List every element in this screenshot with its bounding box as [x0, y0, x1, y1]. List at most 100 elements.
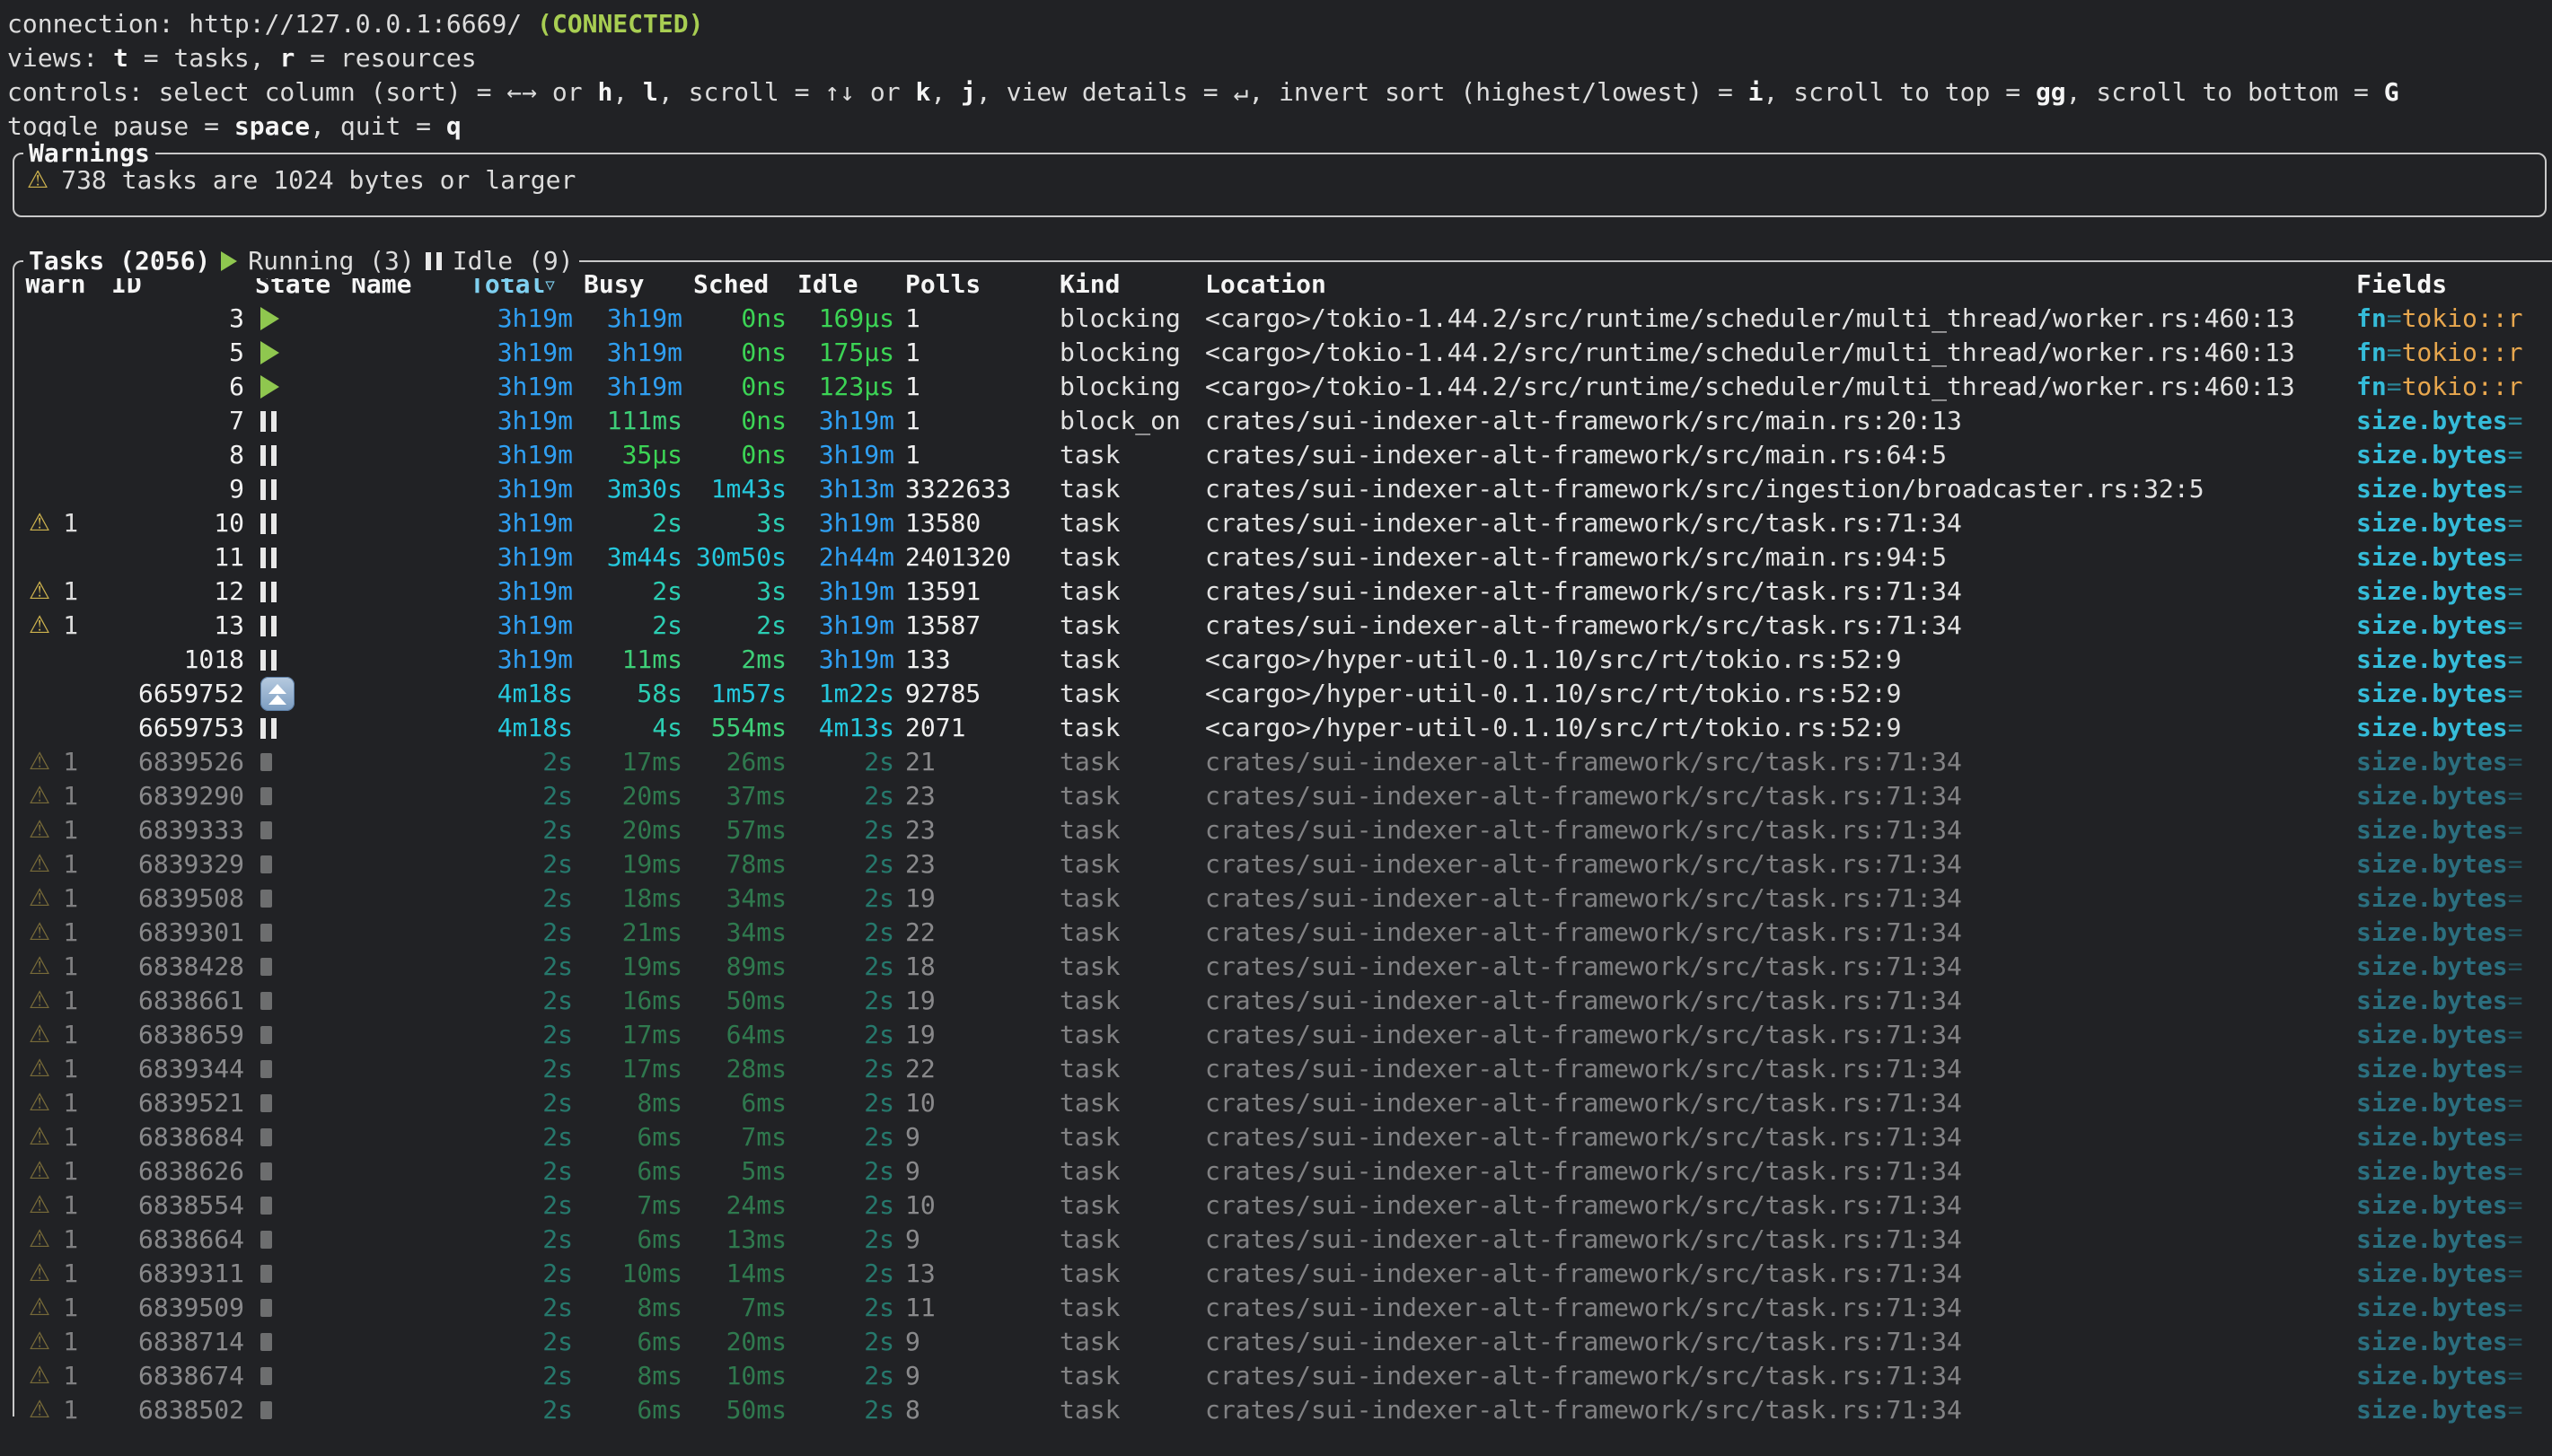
- column-header-polls[interactable]: Polls: [905, 268, 1049, 302]
- task-row[interactable]: ⚠1133h19m2s2s3h19m13587taskcrates/sui-in…: [14, 609, 2552, 643]
- task-row[interactable]: ⚠168395262s17ms26ms2s21taskcrates/sui-in…: [14, 745, 2552, 779]
- task-row[interactable]: ⚠168386262s6ms5ms2s9taskcrates/sui-index…: [14, 1154, 2552, 1188]
- field-key: fn: [2356, 372, 2387, 401]
- cell-busy: 2s: [584, 575, 682, 609]
- idle-state-icon: [260, 616, 277, 636]
- task-row[interactable]: ⚠168395082s18ms34ms2s19taskcrates/sui-in…: [14, 881, 2552, 916]
- cell-warn: [25, 370, 101, 404]
- cell-polls: 19: [905, 881, 1049, 916]
- task-row[interactable]: ⚠168386842s6ms7ms2s9taskcrates/sui-index…: [14, 1120, 2552, 1154]
- cell-kind: task: [1060, 1052, 1194, 1086]
- completed-state-icon: [260, 855, 272, 873]
- field-key: size.bytes: [2356, 679, 2508, 708]
- field-equals: =: [2508, 610, 2523, 640]
- column-header-idle[interactable]: Idle: [797, 268, 894, 302]
- connection-status: (CONNECTED): [537, 9, 703, 39]
- help-text: ↵: [1234, 77, 1249, 107]
- column-header-busy[interactable]: Busy: [584, 268, 682, 302]
- cell-polls: 21: [905, 745, 1049, 779]
- cell-idle: 3h19m: [797, 404, 894, 438]
- cell-fields: size.bytes=: [2356, 1154, 2552, 1188]
- column-header-fields[interactable]: Fields: [2356, 268, 2552, 302]
- task-row[interactable]: 113h19m3m44s30m50s2h44m2401320taskcrates…: [14, 540, 2552, 575]
- column-header-sched[interactable]: Sched: [693, 268, 787, 302]
- cell-task-id: 6838674: [111, 1359, 244, 1393]
- task-row[interactable]: ⚠168393292s19ms78ms2s23taskcrates/sui-in…: [14, 847, 2552, 881]
- cell-polls: 13591: [905, 575, 1049, 609]
- cell-polls: 1: [905, 302, 1049, 336]
- task-row[interactable]: ⚠168387142s6ms20ms2s9taskcrates/sui-inde…: [14, 1325, 2552, 1359]
- field-key: size.bytes: [2356, 713, 2508, 742]
- field-equals: =: [2508, 883, 2523, 913]
- cell-total: 2s: [470, 1223, 573, 1257]
- cell-warn: [25, 472, 101, 506]
- task-row[interactable]: ⚠168393112s10ms14ms2s13taskcrates/sui-in…: [14, 1257, 2552, 1291]
- task-row[interactable]: ⚠168393442s17ms28ms2s22taskcrates/sui-in…: [14, 1052, 2552, 1086]
- cell-idle: 2s: [797, 916, 894, 950]
- cell-busy: 8ms: [584, 1086, 682, 1120]
- task-row[interactable]: 66597524m18s58s1m57s1m22s92785task<cargo…: [14, 677, 2552, 711]
- task-row[interactable]: ⚠168393332s20ms57ms2s23taskcrates/sui-in…: [14, 813, 2552, 847]
- help-text: = resources: [295, 43, 476, 73]
- task-row[interactable]: ⚠168395092s8ms7ms2s11taskcrates/sui-inde…: [14, 1291, 2552, 1325]
- cell-task-id: 7: [111, 404, 244, 438]
- completed-state-icon: [260, 1265, 272, 1283]
- task-row[interactable]: ⚠168392902s20ms37ms2s23taskcrates/sui-in…: [14, 779, 2552, 813]
- cell-warn: ⚠1: [25, 950, 101, 984]
- task-row[interactable]: ⚠168386642s6ms13ms2s9taskcrates/sui-inde…: [14, 1223, 2552, 1257]
- cell-name: [351, 643, 459, 677]
- cell-name: [351, 1223, 459, 1257]
- cell-state: [255, 1291, 340, 1325]
- cell-sched: 13ms: [693, 1223, 787, 1257]
- field-equals: =: [2508, 1156, 2523, 1186]
- cell-total: 2s: [470, 779, 573, 813]
- completed-state-icon: [260, 958, 272, 976]
- column-header-kind[interactable]: Kind: [1060, 268, 1194, 302]
- task-row[interactable]: 66597534m18s4s554ms4m13s2071task<cargo>/…: [14, 711, 2552, 745]
- task-row[interactable]: ⚠168384282s19ms89ms2s18taskcrates/sui-in…: [14, 950, 2552, 984]
- cell-polls: 9: [905, 1359, 1049, 1393]
- task-row[interactable]: 73h19m111ms0ns3h19m1block_oncrates/sui-i…: [14, 404, 2552, 438]
- cell-state: [255, 438, 340, 472]
- completed-state-icon: [260, 890, 272, 908]
- key-hint: j: [961, 77, 976, 107]
- key-hint: i: [1748, 77, 1764, 107]
- task-row[interactable]: 33h19m3h19m0ns169µs1blocking<cargo>/toki…: [14, 302, 2552, 336]
- idle-state-icon: [260, 513, 277, 534]
- field-equals: =: [2387, 338, 2402, 367]
- task-row[interactable]: 83h19m35µs0ns3h19m1taskcrates/sui-indexe…: [14, 438, 2552, 472]
- field-equals: =: [2508, 406, 2523, 435]
- cell-idle: 2s: [797, 847, 894, 881]
- task-row[interactable]: ⚠1103h19m2s3s3h19m13580taskcrates/sui-in…: [14, 506, 2552, 540]
- task-row[interactable]: ⚠168386742s8ms10ms2s9taskcrates/sui-inde…: [14, 1359, 2552, 1393]
- cell-location: crates/sui-indexer-alt-framework/src/tas…: [1205, 1325, 2345, 1359]
- cell-polls: 13587: [905, 609, 1049, 643]
- warn-count: 1: [63, 1086, 78, 1120]
- cell-warn: ⚠1: [25, 1052, 101, 1086]
- task-row[interactable]: ⚠168385542s7ms24ms2s10taskcrates/sui-ind…: [14, 1188, 2552, 1223]
- task-row[interactable]: ⚠168386592s17ms64ms2s19taskcrates/sui-in…: [14, 1018, 2552, 1052]
- tasks-panel-title: Tasks (2056) Running (3) Idle (9): [23, 244, 579, 278]
- task-row[interactable]: ⚠168385022s6ms50ms2s8taskcrates/sui-inde…: [14, 1393, 2552, 1427]
- running-state-icon: [260, 307, 279, 330]
- task-row[interactable]: ⚠168393012s21ms34ms2s22taskcrates/sui-in…: [14, 916, 2552, 950]
- field-equals: =: [2508, 952, 2523, 981]
- help-text: , scroll =: [658, 77, 824, 107]
- task-row[interactable]: ⚠168386612s16ms50ms2s19taskcrates/sui-in…: [14, 984, 2552, 1018]
- field-key: size.bytes: [2356, 815, 2508, 845]
- task-row[interactable]: 53h19m3h19m0ns175µs1blocking<cargo>/toki…: [14, 336, 2552, 370]
- cell-fields: size.bytes=: [2356, 643, 2552, 677]
- field-equals: =: [2508, 781, 2523, 811]
- task-row[interactable]: ⚠1123h19m2s3s3h19m13591taskcrates/sui-in…: [14, 575, 2552, 609]
- running-state-icon: [260, 375, 279, 399]
- column-header-location[interactable]: Location: [1205, 268, 2345, 302]
- cell-busy: 4s: [584, 711, 682, 745]
- task-row[interactable]: 63h19m3h19m0ns123µs1blocking<cargo>/toki…: [14, 370, 2552, 404]
- cell-name: [351, 813, 459, 847]
- warn-count: 1: [63, 609, 78, 643]
- cell-name: [351, 1120, 459, 1154]
- task-row[interactable]: ⚠168395212s8ms6ms2s10taskcrates/sui-inde…: [14, 1086, 2552, 1120]
- task-row[interactable]: 10183h19m11ms2ms3h19m133task<cargo>/hype…: [14, 643, 2552, 677]
- task-row[interactable]: 93h19m3m30s1m43s3h13m3322633taskcrates/s…: [14, 472, 2552, 506]
- cell-name: [351, 404, 459, 438]
